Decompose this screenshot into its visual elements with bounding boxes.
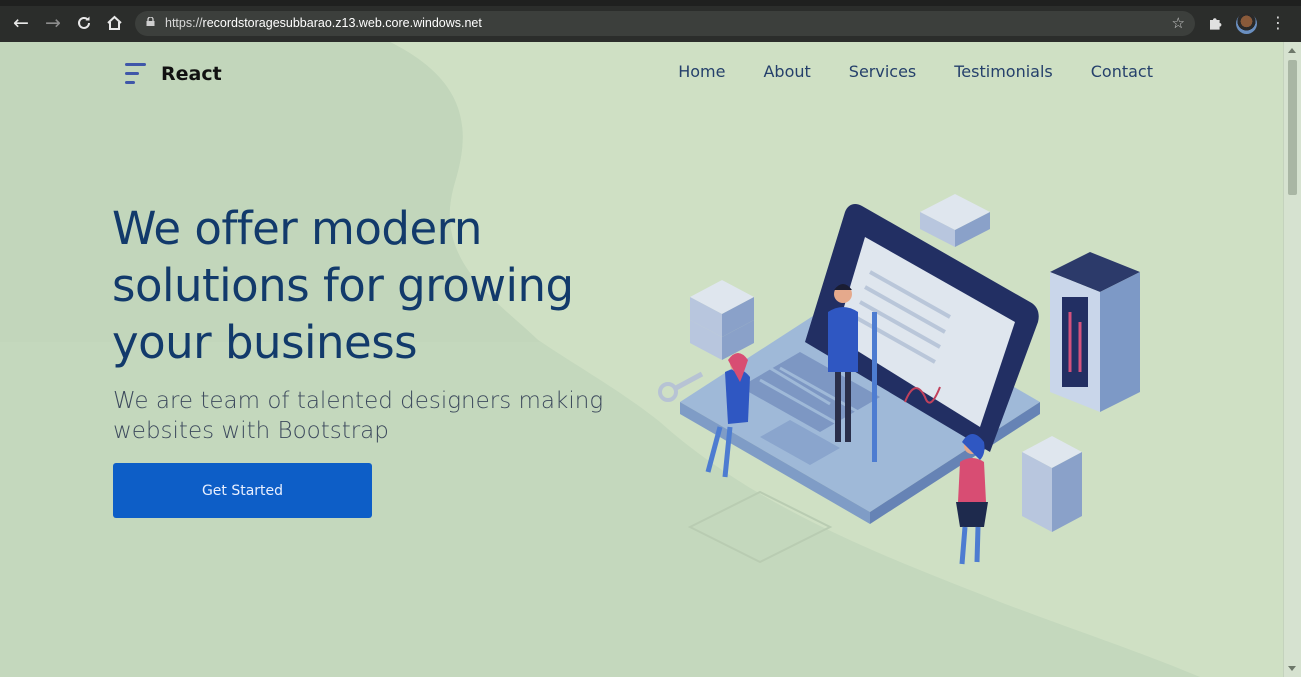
browser-toolbar: ← → https://recordstoragesubbarao.z13.we… (0, 0, 1301, 42)
page-viewport: React Home About Services Testimonials C… (0, 42, 1283, 677)
brand-logo[interactable]: React (125, 58, 222, 90)
lock-icon (146, 17, 155, 26)
back-icon[interactable]: ← (9, 10, 33, 36)
brand-name: React (161, 63, 222, 85)
nav-home[interactable]: Home (678, 62, 725, 81)
hero-subtitle: We are team of talented designers making… (113, 388, 604, 444)
reload-icon[interactable] (72, 10, 96, 36)
more-menu-icon[interactable]: ⋮ (1270, 11, 1286, 35)
scroll-up-icon[interactable] (1288, 48, 1296, 53)
nav-services[interactable]: Services (849, 62, 916, 81)
extensions-puzzle-icon[interactable] (1207, 15, 1223, 31)
get-started-button[interactable]: Get Started (113, 463, 372, 518)
menu-lines-icon (125, 60, 147, 88)
bookmark-star-icon[interactable]: ☆ (1172, 11, 1185, 36)
hero-illustration (658, 194, 1140, 565)
forward-icon[interactable]: → (41, 10, 65, 36)
main-nav: Home About Services Testimonials Contact (678, 62, 1153, 81)
scrollbar-thumb[interactable] (1288, 60, 1297, 195)
nav-testimonials[interactable]: Testimonials (954, 62, 1053, 81)
url-text: https://recordstoragesubbarao.z13.web.co… (165, 16, 482, 30)
address-bar[interactable]: https://recordstoragesubbarao.z13.web.co… (135, 11, 1195, 36)
nav-contact[interactable]: Contact (1091, 62, 1153, 81)
vertical-scrollbar[interactable] (1283, 42, 1301, 677)
profile-avatar[interactable] (1236, 13, 1257, 34)
hero-title: We offer modern solutions for growing yo… (112, 202, 574, 369)
nav-about[interactable]: About (763, 62, 810, 81)
scroll-down-icon[interactable] (1288, 666, 1296, 671)
home-icon[interactable] (102, 10, 126, 36)
